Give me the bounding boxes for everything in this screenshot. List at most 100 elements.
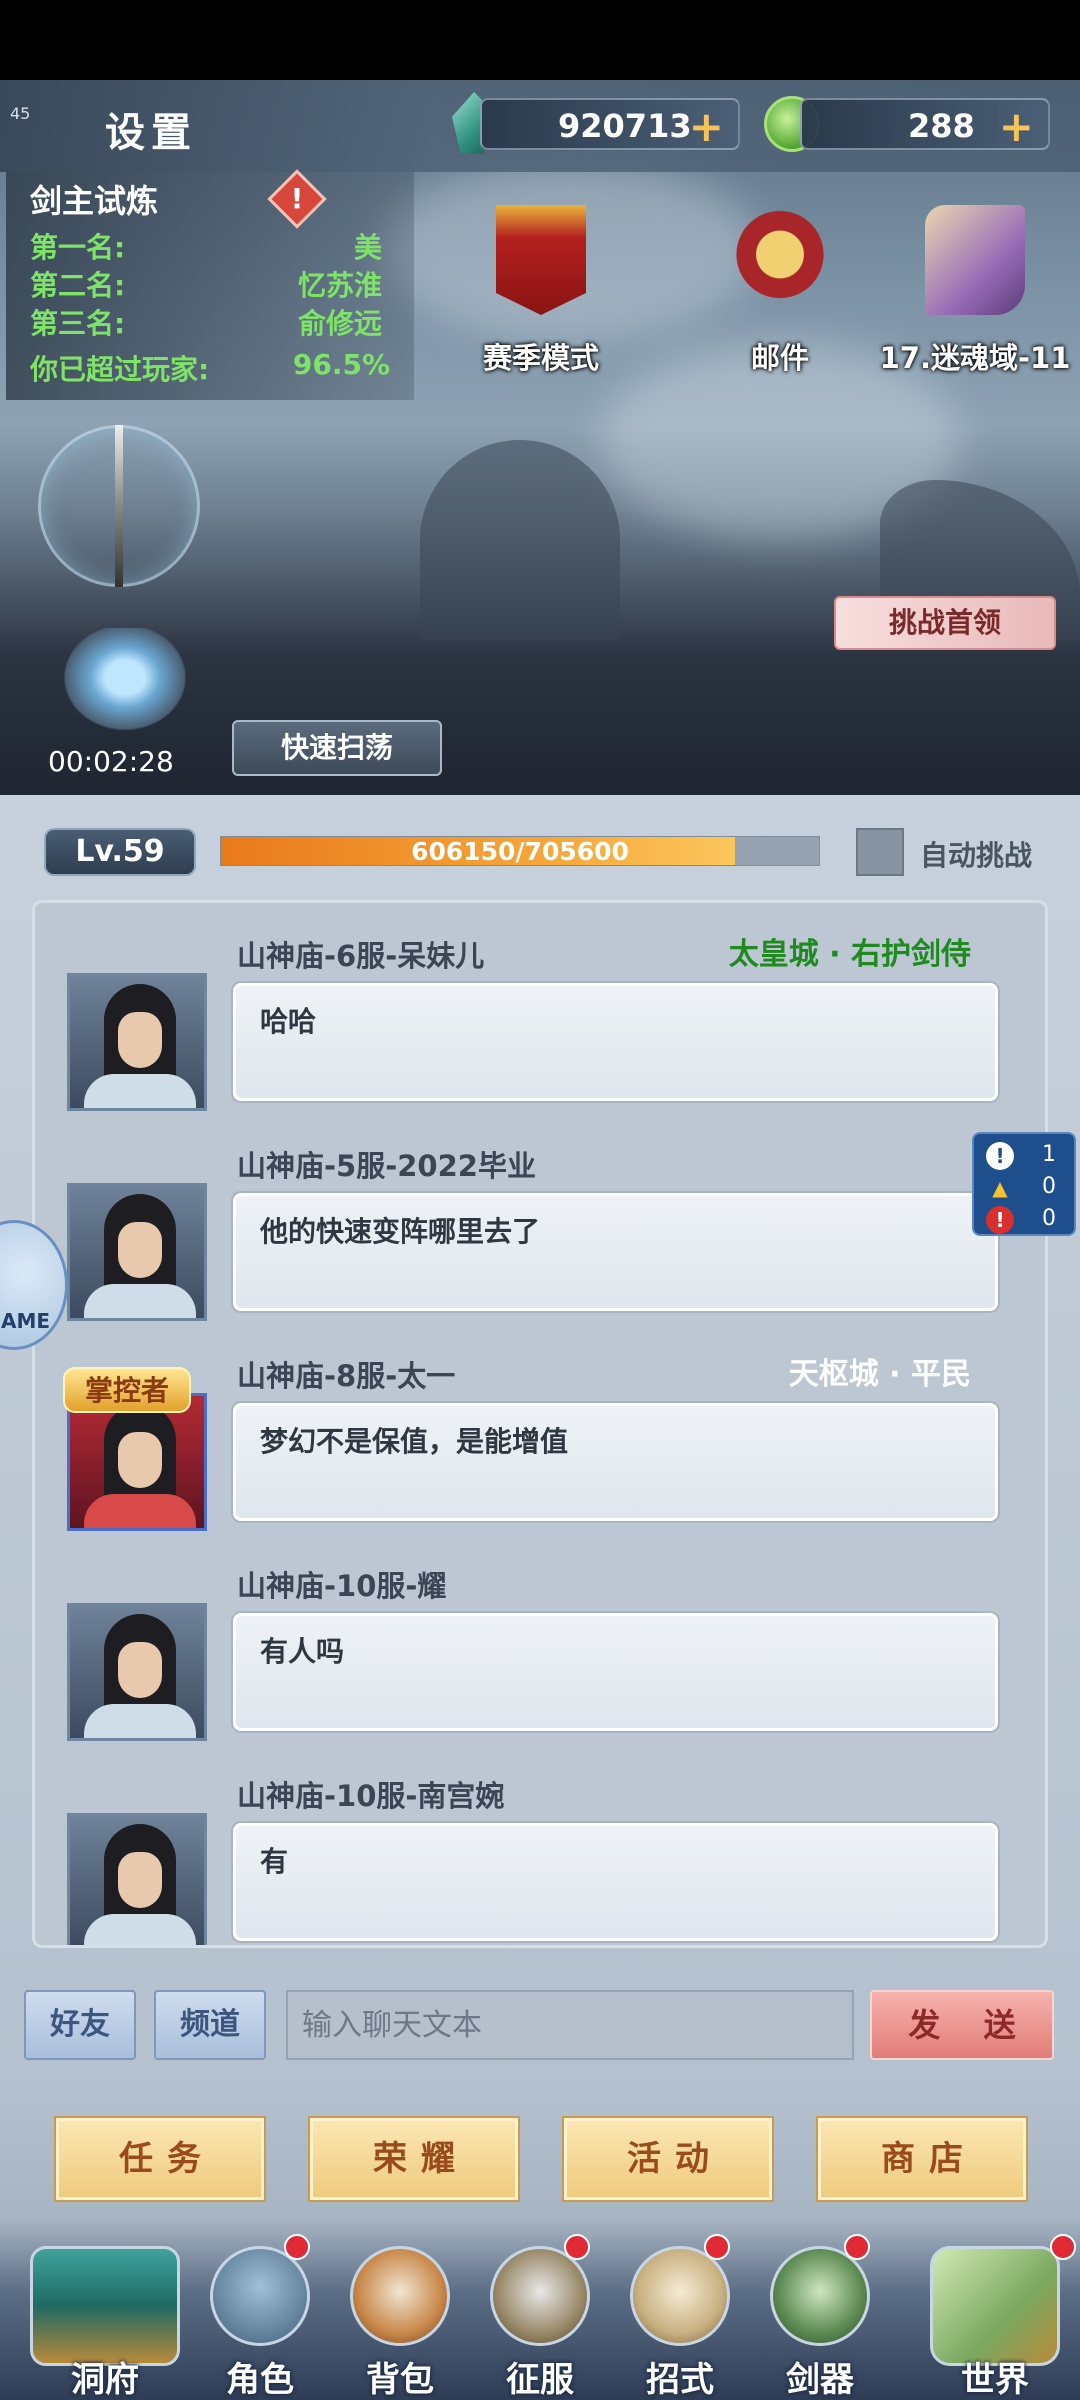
rank-value: 俞修远 <box>297 307 382 340</box>
nav-label: 世界 <box>961 2360 1029 2400</box>
chat-bubble: 有人吗 <box>233 1613 998 1731</box>
info-row: ! 1 <box>986 1140 1072 1172</box>
scroll-icon <box>630 2246 730 2346</box>
banner-icon <box>496 205 586 315</box>
honor-button[interactable]: 荣耀 <box>310 2118 518 2200</box>
mail-button[interactable]: 邮件 <box>705 205 855 375</box>
sender-title: 太皇城 · 右护剑侍 <box>728 937 971 972</box>
gem-counter: 920713 + <box>480 98 740 151</box>
error-row: ! 0 <box>986 1204 1072 1236</box>
tab-channel[interactable]: 频道 <box>154 1990 266 2060</box>
quick-sweep-button[interactable]: 快速扫荡 <box>232 720 442 776</box>
chat-message: 掌控者 山神庙-8服-太一 天枢城 · 平民 梦幻不是保值，是能增值 <box>35 1323 1045 1533</box>
chat-message: 山神庙-10服-南宫婉 有 <box>35 1743 1045 1945</box>
tab-friends[interactable]: 好友 <box>24 1990 136 2060</box>
world-map-icon <box>930 2246 1060 2366</box>
season-mode-label: 赛季模式 <box>482 341 599 375</box>
send-button[interactable]: 发 送 <box>870 1990 1054 2060</box>
xp-bar: 606150/705600 <box>220 836 820 866</box>
sword-rack-icon <box>770 2246 870 2346</box>
chat-input[interactable] <box>286 1990 854 2060</box>
jade-value: 288 <box>908 107 975 145</box>
season-mode-button[interactable]: 赛季模式 <box>466 205 616 375</box>
avatar[interactable] <box>67 973 207 1111</box>
level-badge: Lv.59 <box>44 828 196 876</box>
floating-logo-text: AME <box>1 1309 51 1333</box>
nav-label: 洞府 <box>71 2360 139 2400</box>
nav-item-skills[interactable]: 招式 <box>620 2232 740 2400</box>
nav-item-world[interactable]: 世界 <box>920 2232 1076 2400</box>
message-text: 梦幻不是保值，是能增值 <box>260 1425 569 1458</box>
stage-label: 17.迷魂域-11 <box>879 341 1071 375</box>
sender-name: 山神庙-5服-2022毕业 <box>237 1149 536 1183</box>
quests-button[interactable]: 任务 <box>56 2118 264 2200</box>
chat-bubble: 有 <box>233 1823 998 1941</box>
jade-add-button[interactable]: + <box>999 102 1034 151</box>
rank-label: 第三名: <box>30 307 126 340</box>
idle-reward-icon[interactable] <box>55 628 195 738</box>
avatar[interactable] <box>67 1393 207 1531</box>
nav-label: 征服 <box>506 2360 574 2400</box>
sender-title: 天枢城 · 平民 <box>788 1357 971 1392</box>
shop-button[interactable]: 商店 <box>818 2118 1026 2200</box>
message-text: 哈哈 <box>260 1005 317 1038</box>
nav-item-conquer[interactable]: 征服 <box>480 2232 600 2400</box>
avatar[interactable] <box>67 1183 207 1321</box>
sender-name: 山神庙-10服-耀 <box>237 1569 447 1603</box>
settings-button[interactable]: 设置 <box>105 100 197 158</box>
jade-counter: 288 + <box>800 98 1050 151</box>
mail-icon <box>730 205 830 315</box>
chat-bubble: 他的快速变阵哪里去了 <box>233 1193 998 1311</box>
error-count: 0 <box>1042 1206 1056 1231</box>
stage-button[interactable]: 17.迷魂域-11 <box>880 205 1070 375</box>
rank-value: 忆苏淮 <box>297 269 382 302</box>
bag-icon <box>350 2246 450 2346</box>
chat-message: 山神庙-6服-呆妹儿 太皇城 · 右护剑侍 哈哈 <box>35 903 1045 1113</box>
character-icon <box>210 2246 310 2346</box>
rank-row-1: 第一名: 美 <box>30 226 390 264</box>
notification-dot <box>704 2234 730 2260</box>
sender-name: 山神庙-6服-呆妹儿 <box>237 939 485 973</box>
challenge-boss-button[interactable]: 挑战首领 <box>834 596 1056 650</box>
rank-row-3: 第三名: 俞修远 <box>30 302 390 340</box>
info-count: 1 <box>1042 1142 1056 1167</box>
notification-dot <box>844 2234 870 2260</box>
avatar[interactable] <box>67 1603 207 1741</box>
avatar[interactable] <box>67 1813 207 1945</box>
chat-message: 山神庙-10服-耀 有人吗 <box>35 1533 1045 1743</box>
fps-label: 45 <box>10 104 31 123</box>
nav-item-cave[interactable]: 洞府 <box>30 2232 180 2400</box>
notification-dot <box>1050 2234 1076 2260</box>
issue-counter-widget[interactable]: ! 1 ▲ 0 ! 0 <box>972 1132 1076 1236</box>
nav-item-weapons[interactable]: 剑器 <box>760 2232 880 2400</box>
rank-label: 第一名: <box>30 231 126 264</box>
map-scroll-icon <box>925 205 1025 315</box>
warning-icon: ▲ <box>992 1176 1008 1200</box>
sender-name: 山神庙-8服-太一 <box>237 1359 456 1393</box>
pavilion-icon <box>30 2246 180 2366</box>
nav-label: 招式 <box>646 2360 714 2400</box>
gem-value: 920713 <box>558 107 692 145</box>
message-text: 有 <box>260 1845 289 1878</box>
rank-label: 第二名: <box>30 269 126 302</box>
chat-list[interactable]: 山神庙-6服-呆妹儿 太皇城 · 右护剑侍 哈哈 山神庙-5服-2022毕业 他… <box>32 900 1048 1948</box>
notification-dot <box>564 2234 590 2260</box>
notification-dot <box>284 2234 310 2260</box>
events-button[interactable]: 活动 <box>564 2118 772 2200</box>
auto-challenge-checkbox[interactable] <box>856 828 904 876</box>
nav-item-bag[interactable]: 背包 <box>340 2232 460 2400</box>
auto-challenge-label: 自动挑战 <box>920 839 1033 872</box>
nav-label: 剑器 <box>786 2360 854 2400</box>
nav-label: 背包 <box>366 2360 434 2400</box>
leaderboard-title: 剑主试炼 <box>30 182 159 220</box>
chat-message: 山神庙-5服-2022毕业 他的快速变阵哪里去了 <box>35 1113 1045 1323</box>
message-text: 有人吗 <box>260 1635 345 1668</box>
gem-add-button[interactable]: + <box>689 102 724 151</box>
nav-item-character[interactable]: 角色 <box>200 2232 320 2400</box>
sender-name: 山神庙-10服-南宫婉 <box>237 1779 505 1813</box>
rank-value: 美 <box>353 231 382 264</box>
rank-value: 96.5% <box>292 348 390 381</box>
warning-count: 0 <box>1042 1174 1056 1199</box>
message-text: 他的快速变阵哪里去了 <box>260 1215 541 1248</box>
xp-text: 606150/705600 <box>411 837 629 866</box>
